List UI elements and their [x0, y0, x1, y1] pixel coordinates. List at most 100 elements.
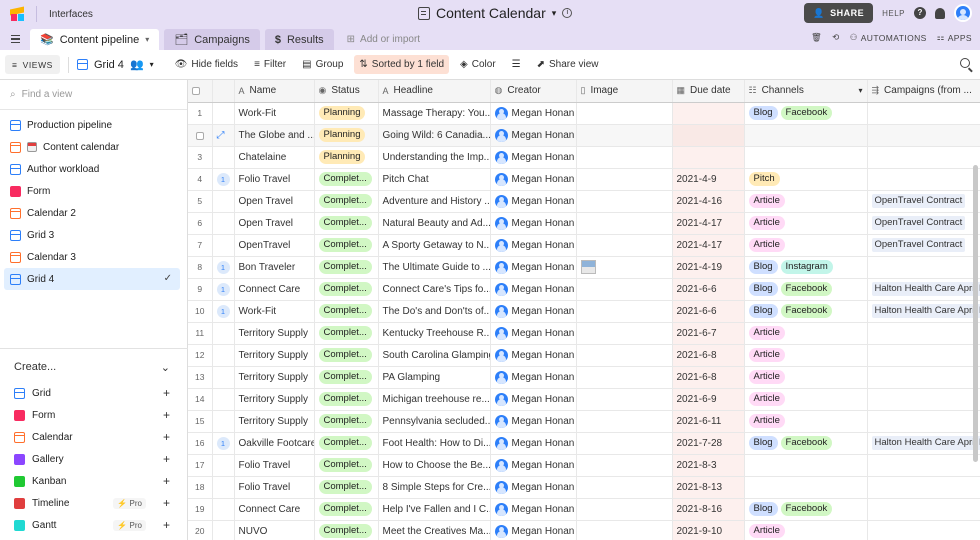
cell-image[interactable]	[576, 476, 673, 499]
cell-image[interactable]	[576, 146, 673, 169]
cell-campaigns[interactable]	[867, 366, 980, 389]
row-checkbox[interactable]	[195, 131, 204, 140]
comment-count-badge[interactable]: 1	[216, 260, 230, 274]
table-row[interactable]: 18 Folio Travel Complet... 8 Simple Steps f…	[188, 476, 980, 499]
cell-name[interactable]: Territory Supply	[234, 344, 315, 367]
color-button[interactable]: ◈ Color	[455, 55, 501, 74]
table-row[interactable]: 1 Work-Fit Planning Massage Therapy: You...…	[188, 102, 980, 125]
current-view-selector[interactable]: Grid 4 👥 ▾	[76, 58, 154, 71]
cell-creator[interactable]: Megan Honan	[490, 366, 577, 389]
cell-campaigns[interactable]: Halton Health Care April E	[867, 278, 980, 301]
table-row[interactable]: 9 1 Connect Care Complet... Connect Care's T…	[188, 278, 980, 301]
cell-channels[interactable]: Article	[744, 520, 868, 540]
cell-status[interactable]: Complet...	[314, 476, 379, 499]
row-number[interactable]: 14	[188, 388, 213, 411]
image-thumbnail[interactable]	[580, 260, 596, 274]
row-number[interactable]: 16	[188, 432, 213, 455]
cell-campaigns[interactable]: OpenTravel Contract	[867, 190, 980, 213]
row-comments-cell[interactable]: ⤢	[212, 124, 235, 147]
cell-channels[interactable]: Article	[744, 212, 868, 235]
cell-name[interactable]: Connect Care	[234, 278, 315, 301]
cell-channels[interactable]: Blog Facebook	[744, 102, 868, 125]
cell-headline[interactable]: Help I've Fallen and I C...	[378, 498, 491, 521]
cell-creator[interactable]: Megan Honan	[490, 498, 577, 521]
row-comments-cell[interactable]: 1	[212, 168, 235, 191]
share-button[interactable]: 👤 SHARE	[804, 3, 874, 23]
row-number[interactable]: 7	[188, 234, 213, 257]
cell-due-date[interactable]: 2021-6-7	[672, 322, 745, 345]
row-comments-cell[interactable]	[212, 366, 235, 389]
plus-icon[interactable]: +	[163, 408, 170, 422]
cell-name[interactable]: Oakville Footcare	[234, 432, 315, 455]
cell-creator[interactable]: Megan Honan	[490, 256, 577, 279]
column-header-name[interactable]: A Name	[234, 80, 315, 103]
cell-status[interactable]: Planning	[314, 124, 379, 147]
cell-channels[interactable]	[744, 476, 868, 499]
row-number[interactable]: 18	[188, 476, 213, 499]
help-link[interactable]: HELP	[882, 9, 905, 18]
table-row[interactable]: ⤢ The Globe and ... Planning Going Wild: 6 …	[188, 124, 980, 147]
cell-headline[interactable]: Foot Health: How to Di...	[378, 432, 491, 455]
cell-name[interactable]: Work-Fit	[234, 102, 315, 125]
cell-status[interactable]: Complet...	[314, 300, 379, 323]
cell-image[interactable]	[576, 432, 673, 455]
cell-campaigns[interactable]	[867, 476, 980, 499]
history-icon[interactable]: ⟲	[832, 32, 840, 43]
chevron-down-icon[interactable]: ▾	[552, 8, 557, 19]
cell-creator[interactable]: Megan Honan	[490, 278, 577, 301]
cell-creator[interactable]: Megan Honan	[490, 212, 577, 235]
row-number[interactable]: 8	[188, 256, 213, 279]
row-comments-cell[interactable]	[212, 102, 235, 125]
row-comments-cell[interactable]: 1	[212, 278, 235, 301]
cell-name[interactable]: NUVO	[234, 520, 315, 540]
expand-row-icon[interactable]: ⤢	[217, 130, 225, 141]
cell-creator[interactable]: Megan Honan	[490, 146, 577, 169]
cell-campaigns[interactable]: OpenTravel Contract	[867, 234, 980, 257]
row-number[interactable]: 4	[188, 168, 213, 191]
sidebar-view-calendar-2[interactable]: Calendar 2	[0, 202, 187, 224]
cell-name[interactable]: Connect Care	[234, 498, 315, 521]
cell-creator[interactable]: Megan Honan	[490, 432, 577, 455]
row-number[interactable]: 3	[188, 146, 213, 169]
cell-channels[interactable]	[744, 146, 868, 169]
cell-status[interactable]: Complet...	[314, 498, 379, 521]
row-comments-cell[interactable]	[212, 410, 235, 433]
cell-headline[interactable]: Going Wild: 6 Canadia...	[378, 124, 491, 147]
automations-button[interactable]: ⚇ AUTOMATIONS	[850, 32, 927, 43]
cell-campaigns[interactable]	[867, 124, 980, 147]
bell-icon[interactable]	[935, 7, 945, 19]
table-row[interactable]: 3 Chatelaine Planning Understanding the Imp…	[188, 146, 980, 169]
cell-headline[interactable]: How to Choose the Be...	[378, 454, 491, 477]
sidebar-view-content-calendar[interactable]: Content calendar	[0, 136, 187, 158]
cell-headline[interactable]: PA Glamping	[378, 366, 491, 389]
trash-icon[interactable]: 🗑	[811, 32, 822, 43]
row-comments-cell[interactable]	[212, 454, 235, 477]
cell-headline[interactable]: South Carolina Glamping	[378, 344, 491, 367]
cell-name[interactable]: Territory Supply	[234, 410, 315, 433]
cell-name[interactable]: Territory Supply	[234, 366, 315, 389]
table-row[interactable]: 6 Open Travel Complet... Natural Beauty and…	[188, 212, 980, 235]
sidebar-view-form[interactable]: Form	[0, 180, 187, 202]
table-row[interactable]: 8 1 Bon Traveler Complet... The Ultimate Gui…	[188, 256, 980, 279]
table-row[interactable]: 11 Territory Supply Complet... Kentucky Tre…	[188, 322, 980, 345]
sidebar-view-calendar-3[interactable]: Calendar 3	[0, 246, 187, 268]
cell-image[interactable]	[576, 388, 673, 411]
user-avatar[interactable]	[954, 4, 972, 22]
cell-due-date[interactable]: 2021-4-17	[672, 212, 745, 235]
cell-channels[interactable]: Blog Instagram	[744, 256, 868, 279]
row-comments-cell[interactable]	[212, 322, 235, 345]
cell-campaigns[interactable]	[867, 322, 980, 345]
comment-count-badge[interactable]: 1	[216, 436, 230, 450]
cell-headline[interactable]: Natural Beauty and Ad...	[378, 212, 491, 235]
cell-channels[interactable]	[744, 124, 868, 147]
base-title[interactable]: Content Calendar ▾ i	[418, 5, 573, 21]
column-header-creator[interactable]: ◍ Creator	[490, 80, 577, 103]
row-comments-cell[interactable]	[212, 498, 235, 521]
row-comments-cell[interactable]	[212, 146, 235, 169]
cell-status[interactable]: Complet...	[314, 344, 379, 367]
help-icon[interactable]: ?	[914, 7, 926, 19]
create-gallery-button[interactable]: Gallery +	[0, 448, 188, 470]
cell-campaigns[interactable]	[867, 168, 980, 191]
cell-image[interactable]	[576, 498, 673, 521]
cell-name[interactable]: Folio Travel	[234, 168, 315, 191]
